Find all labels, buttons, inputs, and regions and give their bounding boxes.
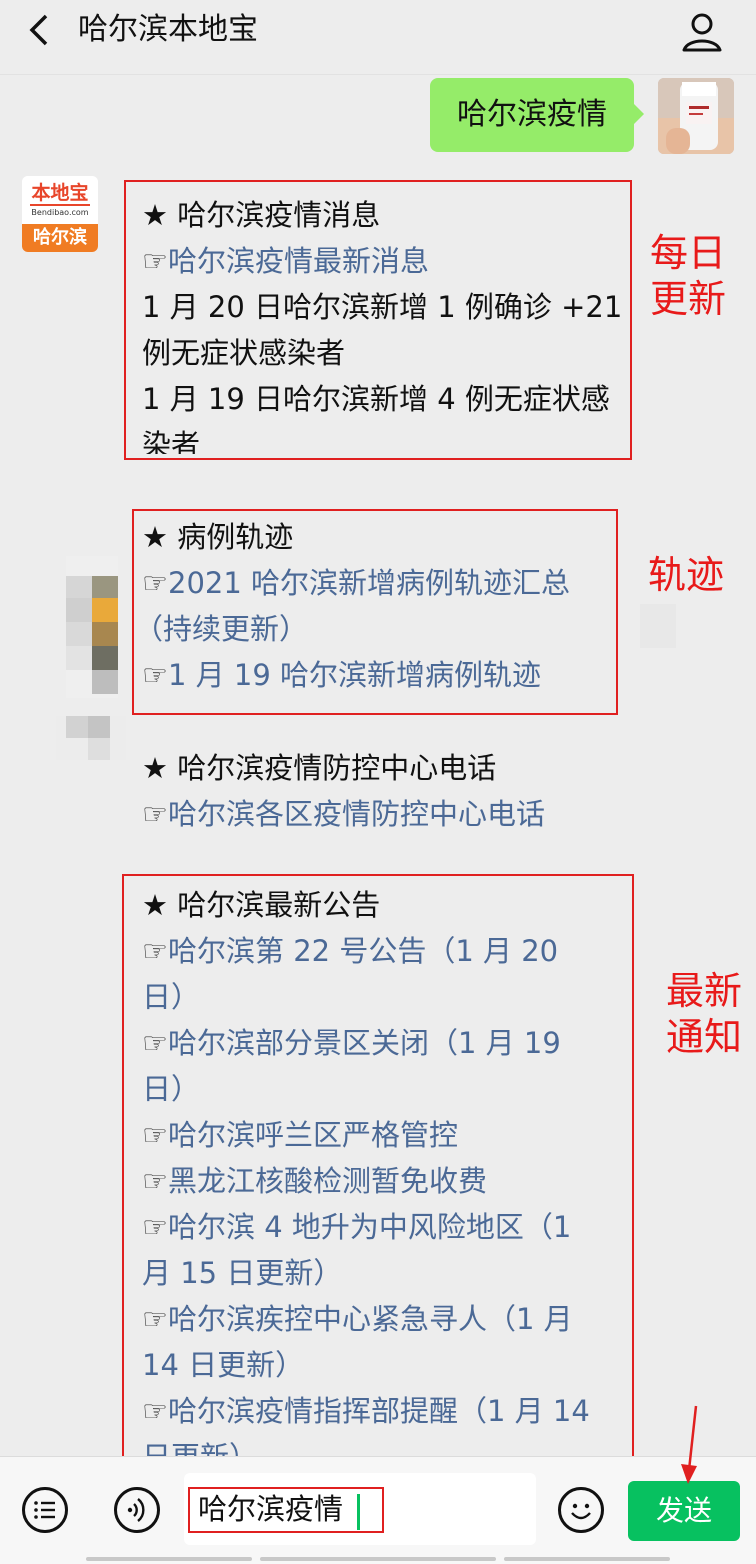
link-item-cont[interactable]: 14 日更新） xyxy=(142,1347,304,1383)
link-item[interactable]: ☞哈尔滨各区疫情防控中心电话 xyxy=(142,796,545,832)
section-heading: ★ 哈尔滨疫情防控中心电话 xyxy=(142,751,497,785)
hand-icon: ☞ xyxy=(142,934,168,968)
annotation-arrow-icon xyxy=(681,1405,698,1484)
section-heading: ★ 病例轨迹 xyxy=(142,520,294,554)
smiley-icon[interactable] xyxy=(558,1487,604,1533)
send-label: 发送 xyxy=(655,1494,712,1527)
text-caret xyxy=(357,1494,360,1530)
blurred-image-tile xyxy=(66,556,118,698)
link-item[interactable]: ☞哈尔滨第 22 号公告（1 月 20 xyxy=(142,933,558,969)
hand-icon: ☞ xyxy=(142,1026,168,1060)
link-item[interactable]: ☞哈尔滨疾控中心紧急寻人（1 月 xyxy=(142,1301,573,1337)
link-item-cont[interactable]: 日） xyxy=(142,1071,200,1107)
voice-icon[interactable] xyxy=(114,1487,160,1533)
chat-header: 哈尔滨本地宝 xyxy=(0,0,756,75)
hand-icon: ☞ xyxy=(142,658,168,692)
user-avatar-image xyxy=(658,78,734,154)
bot-logo-city: 哈尔滨 xyxy=(33,227,87,248)
home-indicator xyxy=(504,1557,670,1561)
link-item[interactable]: ☞哈尔滨部分景区关闭（1 月 19 xyxy=(142,1025,561,1061)
bot-logo-text: 本地宝 xyxy=(30,182,90,206)
blurred-image-tile xyxy=(56,716,126,760)
chevron-left-icon[interactable] xyxy=(20,10,60,50)
link-item[interactable]: ☞哈尔滨疫情最新消息 xyxy=(142,243,429,279)
link-item[interactable]: ☞哈尔滨 4 地升为中风险地区（1 xyxy=(142,1209,571,1245)
chat-title: 哈尔滨本地宝 xyxy=(78,12,258,47)
link-item-cont[interactable]: 月 15 日更新） xyxy=(142,1255,342,1291)
section-heading: ★ 哈尔滨疫情消息 xyxy=(142,198,381,232)
annotation-latest-notice: 最新 通知 xyxy=(666,969,743,1059)
link-item-cont[interactable]: 日更新） xyxy=(142,1439,258,1456)
send-button[interactable]: 发送 xyxy=(628,1481,740,1541)
link-item[interactable]: ☞黑龙江核酸检测暂免收费 xyxy=(142,1163,487,1199)
person-icon[interactable] xyxy=(678,8,726,56)
user-avatar[interactable] xyxy=(658,78,734,154)
text-line: 例无症状感染者 xyxy=(142,336,346,370)
hand-icon: ☞ xyxy=(142,566,168,600)
annotation-track: 轨迹 xyxy=(648,553,725,597)
blurred-image-tile xyxy=(640,604,676,648)
bot-logo-sub: Bendibao.com xyxy=(31,208,89,217)
link-item[interactable]: ☞哈尔滨疫情指挥部提醒（1 月 14 xyxy=(142,1393,590,1429)
link-item-cont[interactable]: 日） xyxy=(142,979,200,1015)
annotation-daily-update: 每日 更新 xyxy=(650,231,727,321)
user-message-bubble[interactable]: 哈尔滨疫情 xyxy=(430,78,644,152)
section-heading: ★ 哈尔滨最新公告 xyxy=(142,888,381,922)
link-item[interactable]: ☞1 月 19 哈尔滨新增病例轨迹 xyxy=(142,657,541,693)
home-indicator xyxy=(86,1557,252,1561)
text-line: 1 月 19 日哈尔滨新增 4 例无症状感 xyxy=(142,382,610,416)
bot-avatar[interactable]: 本地宝 Bendibao.com 哈尔滨 xyxy=(22,176,98,252)
hand-icon: ☞ xyxy=(142,244,168,278)
user-message-text: 哈尔滨疫情 xyxy=(457,97,607,132)
hand-icon: ☞ xyxy=(142,1118,168,1152)
hand-icon: ☞ xyxy=(142,1394,168,1428)
text-line: 染者 xyxy=(142,428,201,454)
list-menu-icon[interactable] xyxy=(22,1487,68,1533)
hand-icon: ☞ xyxy=(142,797,168,831)
home-indicator xyxy=(260,1557,496,1561)
hand-icon: ☞ xyxy=(142,1210,168,1244)
message-input-value[interactable]: 哈尔滨疫情 xyxy=(198,1490,343,1528)
link-item[interactable]: ☞哈尔滨呼兰区严格管控 xyxy=(142,1117,458,1153)
hand-icon: ☞ xyxy=(142,1302,168,1336)
hand-icon: ☞ xyxy=(142,1164,168,1198)
link-item-cont[interactable]: （持续更新） xyxy=(134,611,308,647)
link-item[interactable]: ☞2021 哈尔滨新增病例轨迹汇总 xyxy=(142,565,570,601)
text-line: 1 月 20 日哈尔滨新增 1 例确诊 +21 xyxy=(142,290,623,324)
